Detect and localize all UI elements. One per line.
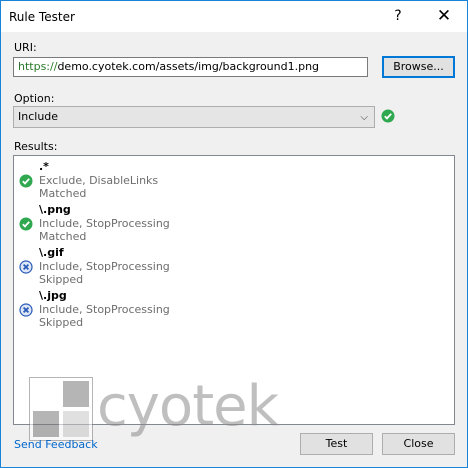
rule-pattern: \.png [39,203,71,216]
rule-pattern: .* [39,160,49,173]
list-item: \.jpg Include, StopProcessing Skipped [14,289,444,333]
uri-label: URI: [14,41,37,54]
check-icon [19,174,33,188]
help-button[interactable]: ? [375,1,421,32]
list-item: \.png Include, StopProcessing Matched [14,203,444,247]
rule-pattern: \.jpg [39,289,67,302]
logo-wordmark: cyotek [97,374,279,439]
rule-pattern: \.gif [39,246,64,259]
uri-scheme: https:// [18,60,58,73]
test-button[interactable]: Test [300,433,373,455]
rule-tester-dialog: Rule Tester ? ✕ URI: https://demo.cyotek… [0,0,468,468]
rule-status: Matched [39,187,87,200]
check-icon [19,217,33,231]
rule-actions: Include, StopProcessing [39,260,170,273]
window-title: Rule Tester [9,10,75,24]
cross-icon [19,303,33,317]
list-item: .* Exclude, DisableLinks Matched [14,160,444,204]
send-feedback-link[interactable]: Send Feedback [14,438,98,451]
cross-icon [19,260,33,274]
option-selected-value: Include [18,110,59,123]
cyotek-logo: cyotek [29,375,279,445]
browse-button[interactable]: Browse... [382,56,455,78]
close-button[interactable]: Close [382,433,455,455]
rule-status: Skipped [39,273,84,286]
close-window-button[interactable]: ✕ [421,1,467,32]
title-bar: Rule Tester ? ✕ [1,1,467,32]
option-label: Option: [14,92,55,105]
list-item: \.gif Include, StopProcessing Skipped [14,246,444,290]
results-label: Results: [14,140,58,153]
logo-mark [29,377,93,441]
rule-actions: Exclude, DisableLinks [39,174,159,187]
rule-actions: Include, StopProcessing [39,217,170,230]
uri-path: demo.cyotek.com/assets/img/background1.p… [57,60,320,73]
uri-input[interactable]: https://demo.cyotek.com/assets/img/backg… [13,57,368,77]
rule-actions: Include, StopProcessing [39,303,170,316]
rule-status: Skipped [39,316,84,329]
check-icon [381,109,395,123]
option-select[interactable]: Include ⌵ [13,106,375,128]
chevron-down-icon: ⌵ [360,112,368,123]
rule-status: Matched [39,230,87,243]
